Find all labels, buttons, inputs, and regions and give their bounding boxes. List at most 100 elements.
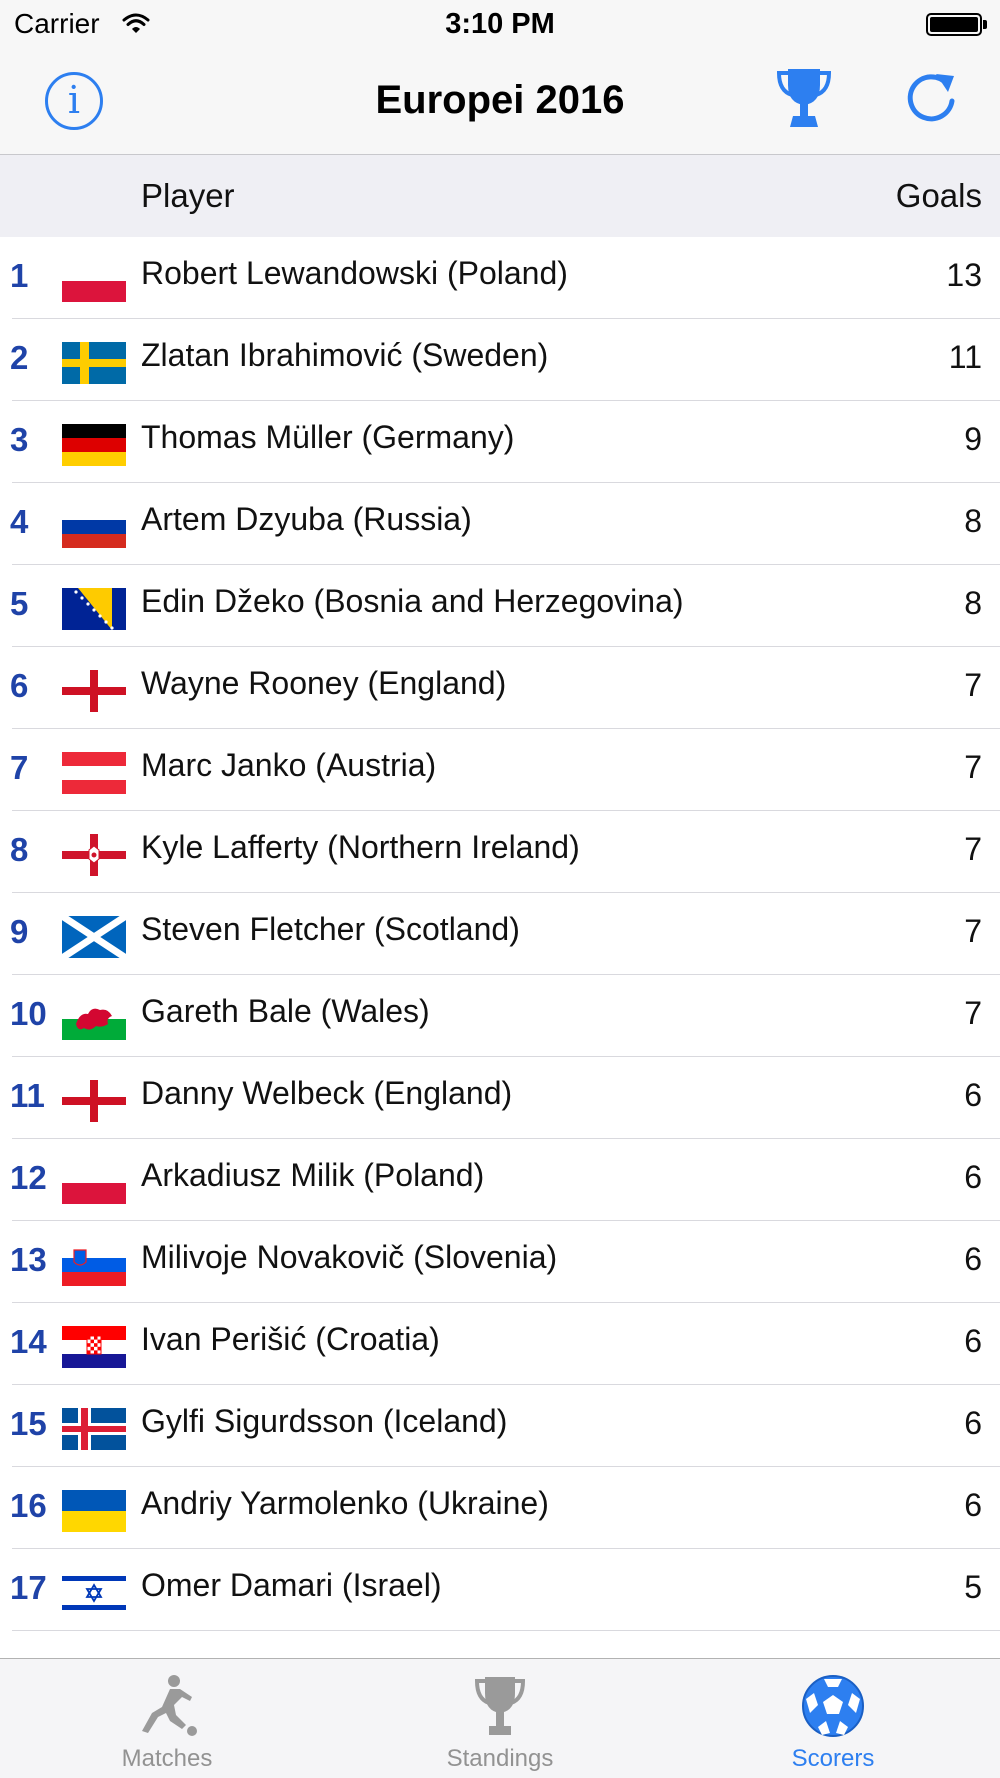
rank-number: 6 [10,667,29,704]
player-name: Omer Damari (Israel) [141,1567,442,1603]
rank-number: 2 [10,339,29,376]
player-name: Gareth Bale (Wales) [141,993,430,1029]
flag-ukraine-icon [62,1490,126,1532]
rank-number: 7 [10,749,29,786]
rank-number: 13 [10,1241,47,1278]
refresh-button[interactable] [900,68,962,130]
table-header: Player Goals [0,155,1000,237]
flag-bosnia-icon [62,588,126,630]
goals-count: 6 [964,1405,982,1441]
battery-icon [926,13,982,36]
player-name: Kyle Lafferty (Northern Ireland) [141,829,580,865]
trophy-icon [776,69,832,127]
trophy-icon [474,1677,526,1735]
tab-bar: Matches Standings Scorers [0,1658,1000,1778]
table-row[interactable]: 5 Edin Džeko (Bosnia and Herzegovina) 8 [0,565,1000,647]
goals-count: 5 [964,1569,982,1605]
rank-number: 4 [10,503,29,540]
player-name: Thomas Müller (Germany) [141,419,515,455]
rank-number: 5 [10,585,29,622]
tab-label-standings: Standings [446,1745,554,1772]
player-name: Marc Janko (Austria) [141,747,437,783]
soccer-ball-icon [802,1675,864,1737]
goals-count: 7 [964,913,982,949]
table-row[interactable]: 11 Danny Welbeck (England) 6 [0,1057,1000,1139]
status-time: 3:10 PM [445,8,555,40]
goals-count: 6 [964,1487,982,1523]
flag-northern-ireland-icon [62,834,126,876]
flag-iceland-icon [62,1408,126,1450]
flag-sweden-icon [62,342,126,384]
rank-number: 14 [10,1323,47,1360]
rank-number: 9 [10,913,29,950]
player-name: Andriy Yarmolenko (Ukraine) [141,1485,549,1521]
table-row[interactable]: 6 Wayne Rooney (England) 7 [0,647,1000,729]
player-name: Robert Lewandowski (Poland) [141,255,568,291]
table-row[interactable]: 4 Artem Dzyuba (Russia) 8 [0,483,1000,565]
tab-scorers[interactable]: Scorers [733,1659,933,1778]
flag-poland-icon [62,1162,126,1204]
rank-number: 16 [10,1487,47,1524]
status-bar: Carrier 3:10 PM [0,0,1000,48]
tab-standings[interactable]: Standings [400,1659,600,1778]
table-row[interactable]: 14 Ivan Perišić (Croatia) 6 [0,1303,1000,1385]
rank-number: 8 [10,831,29,868]
flag-poland-icon [62,260,126,302]
table-row[interactable]: 1 Robert Lewandowski (Poland) 13 [0,237,1000,319]
table-row[interactable]: 3 Thomas Müller (Germany) 9 [0,401,1000,483]
flag-austria-icon [62,752,126,794]
trophy-button[interactable] [774,66,834,130]
goals-count: 6 [964,1159,982,1195]
table-row[interactable]: 8 Kyle Lafferty (Northern Ireland) 7 [0,811,1000,893]
table-row[interactable]: 9 Steven Fletcher (Scotland) 7 [0,893,1000,975]
navigation-bar: i Europei 2016 [0,48,1000,155]
tab-label-matches: Matches [121,1745,213,1772]
flag-wales-icon [62,998,126,1040]
player-name: Zlatan Ibrahimović (Sweden) [141,337,549,373]
battery-tip [983,20,987,29]
table-row[interactable]: 7 Marc Janko (Austria) 7 [0,729,1000,811]
table-row[interactable]: 16 Andriy Yarmolenko (Ukraine) 6 [0,1467,1000,1549]
player-name: Edin Džeko (Bosnia and Herzegovina) [141,583,684,619]
page-title: Europei 2016 [375,78,625,122]
player-name: Steven Fletcher (Scotland) [141,911,520,947]
table-row[interactable]: 15 Gylfi Sigurdsson (Iceland) 6 [0,1385,1000,1467]
goals-count: 8 [964,503,982,539]
table-row[interactable]: 17 Omer Damari (Israel) 5 [0,1549,1000,1631]
goals-count: 13 [946,257,982,293]
table-row[interactable]: 2 Zlatan Ibrahimović (Sweden) 11 [0,319,1000,401]
flag-russia-icon [62,506,126,548]
rank-number: 11 [10,1077,45,1114]
flag-israel-icon [62,1572,126,1614]
flag-croatia-icon [62,1326,126,1368]
goals-count: 6 [964,1323,982,1359]
tab-label-scorers: Scorers [791,1745,875,1772]
goals-count: 6 [964,1077,982,1113]
player-name: Wayne Rooney (England) [141,665,507,701]
flag-england-icon [62,670,126,712]
goals-count: 7 [964,667,982,703]
player-name: Milivoje Novakovič (Slovenia) [141,1239,558,1275]
table-row[interactable]: 12 Arkadiusz Milik (Poland) 6 [0,1139,1000,1221]
player-name: Gylfi Sigurdsson (Iceland) [141,1403,508,1439]
goals-count: 6 [964,1241,982,1277]
player-name: Ivan Perišić (Croatia) [141,1321,440,1357]
refresh-icon [907,74,955,122]
goals-count: 9 [964,421,982,457]
rank-number: 15 [10,1405,47,1442]
player-name: Danny Welbeck (England) [141,1075,513,1111]
player-name: Artem Dzyuba (Russia) [141,501,472,537]
column-header-goals: Goals [895,177,982,214]
goals-count: 7 [964,749,982,785]
tab-matches[interactable]: Matches [67,1659,267,1778]
flag-scotland-icon [62,916,126,958]
flag-england-icon [62,1080,126,1122]
rank-number: 3 [10,421,29,458]
flag-germany-icon [62,424,126,466]
goals-count: 8 [964,585,982,621]
table-row[interactable]: 10 Gareth Bale (Wales) 7 [0,975,1000,1057]
table-row[interactable]: 13 Milivoje Novakovič (Slovenia) 6 [0,1221,1000,1303]
goals-count: 7 [964,995,982,1031]
goals-count: 11 [948,339,982,375]
rank-number: 1 [10,257,29,294]
